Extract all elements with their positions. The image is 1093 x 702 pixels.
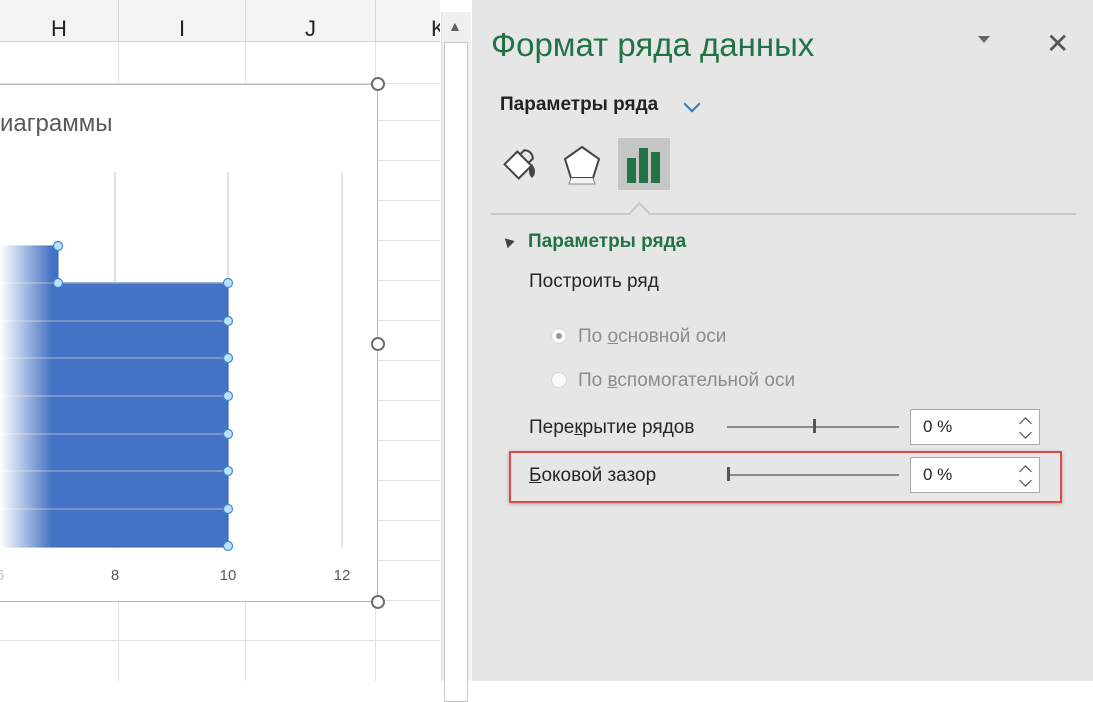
series-options-dropdown[interactable]: Параметры ряда xyxy=(500,94,658,116)
radio-selected-dot xyxy=(556,333,562,339)
data-point-handle xyxy=(222,465,234,477)
series-overlap-input[interactable] xyxy=(921,416,1005,438)
data-point-handle xyxy=(222,352,234,364)
section-title-series-options[interactable]: Параметры ряда xyxy=(528,231,686,253)
primary-axis-label: По основной оси xyxy=(578,326,727,347)
secondary-axis-radio[interactable] xyxy=(551,372,567,388)
chart-resize-handle-top-right[interactable] xyxy=(371,77,385,91)
tab-effects[interactable] xyxy=(556,138,608,190)
series-options-dropdown-label: Параметры ряда xyxy=(500,94,659,115)
pentagon-icon xyxy=(563,145,601,185)
data-point-handle xyxy=(52,240,64,252)
axis-tick-label: 10 xyxy=(220,567,237,584)
data-point-handle xyxy=(222,277,234,289)
chart-resize-handle-bottom-right[interactable] xyxy=(371,595,385,609)
axis-tick-label: 8 xyxy=(111,567,119,584)
spin-down-icon[interactable] xyxy=(1019,426,1032,439)
bar-chart-icon xyxy=(627,148,660,183)
data-point-handle xyxy=(222,428,234,440)
axis-tick-label: 6 xyxy=(0,567,4,584)
series-overlap-label: Перекрытие рядов xyxy=(529,417,695,438)
paint-bucket-icon xyxy=(503,149,535,180)
close-icon[interactable]: ✕ xyxy=(1046,28,1069,60)
plot-series-on-label: Построить ряд xyxy=(529,271,659,292)
data-point-handle xyxy=(222,540,234,552)
series-overlap-spinner[interactable] xyxy=(910,409,1040,445)
chart-fade-overlay xyxy=(0,230,52,560)
secondary-axis-label: По вспомогательной оси xyxy=(578,370,796,391)
data-point-handle xyxy=(222,503,234,515)
series-overlap-slider-thumb[interactable] xyxy=(813,419,816,433)
vertical-scrollbar[interactable]: ▲ xyxy=(441,12,471,702)
scroll-up-arrow-icon[interactable]: ▲ xyxy=(448,18,462,34)
format-data-series-pane: Формат ряда данных ✕ Параметры ряда Пара… xyxy=(472,0,1093,681)
collapse-triangle-icon[interactable] xyxy=(501,234,515,249)
primary-axis-radio[interactable] xyxy=(551,328,567,344)
highlight-box xyxy=(509,451,1062,503)
data-point-handle xyxy=(222,390,234,402)
axis-tick-label: 12 xyxy=(334,567,351,584)
pane-title: Формат ряда данных xyxy=(491,26,815,63)
tab-divider xyxy=(491,213,1076,215)
pane-options-dropdown-icon[interactable] xyxy=(978,36,990,43)
tab-indicator xyxy=(628,201,651,224)
tab-fill-and-line[interactable] xyxy=(492,138,544,190)
scrollbar-thumb[interactable] xyxy=(444,42,468,702)
tab-series-options[interactable] xyxy=(618,138,670,190)
spreadsheet-area: H I J K иаграммы 8 10 12 xyxy=(0,0,440,681)
chevron-down-icon[interactable] xyxy=(683,95,701,113)
data-point-handle xyxy=(222,315,234,327)
chart-resize-handle-right[interactable] xyxy=(371,337,385,351)
data-point-handle xyxy=(52,277,64,289)
